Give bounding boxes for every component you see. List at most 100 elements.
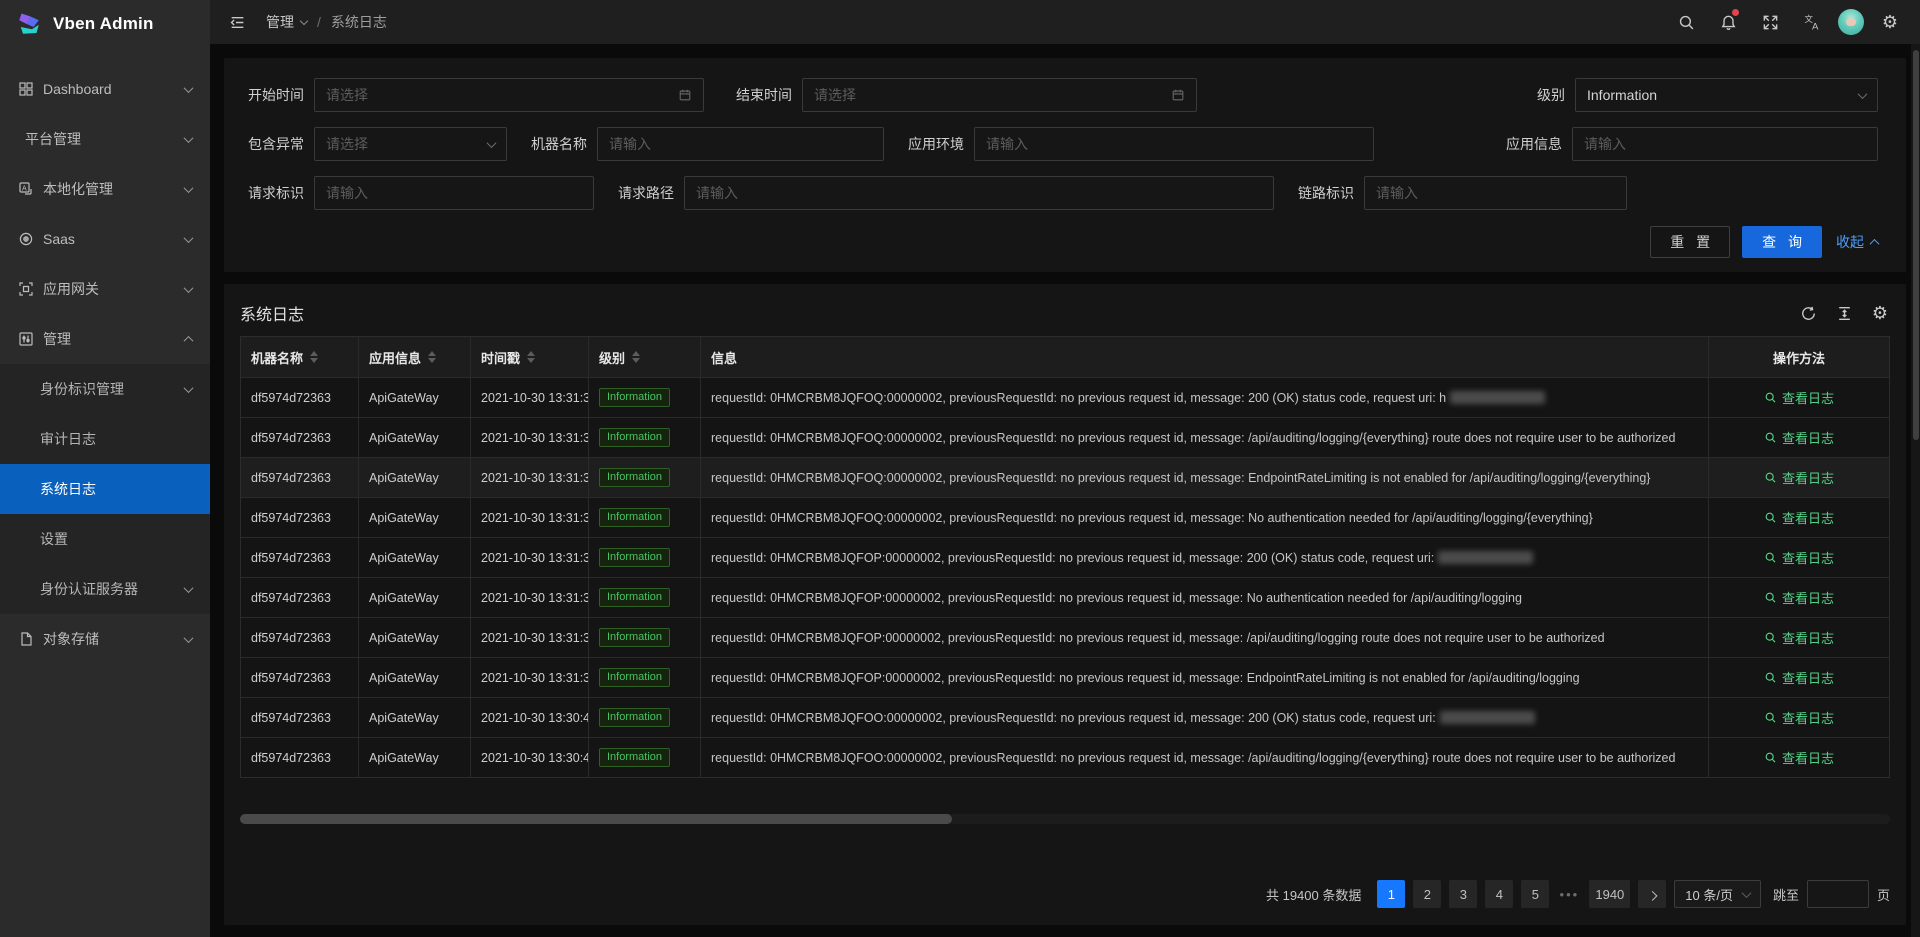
view-log-link[interactable]: 查看日志 <box>1764 588 1834 607</box>
vertical-scrollbar-thumb[interactable] <box>1913 50 1919 440</box>
reset-button[interactable]: 重 置 <box>1650 226 1730 258</box>
column-header-machine[interactable]: 机器名称 <box>241 337 359 377</box>
table-row[interactable]: df5974d72363ApiGateWay2021-10-30 13:31:3… <box>241 657 1889 697</box>
magnifier-icon <box>1764 551 1777 564</box>
page-button-3[interactable]: 3 <box>1449 880 1477 908</box>
table-row[interactable]: df5974d72363ApiGateWay2021-10-30 13:30:4… <box>241 697 1889 737</box>
page-size-select[interactable]: 10 条/页 <box>1674 880 1761 908</box>
row-height-icon[interactable] <box>1834 303 1854 323</box>
view-log-link[interactable]: 查看日志 <box>1764 668 1834 687</box>
app_env-input[interactable]: 请输入 <box>974 127 1374 161</box>
cell-level: Information <box>589 738 701 777</box>
horizontal-scrollbar-thumb[interactable] <box>240 814 952 824</box>
sidebar-item-settings[interactable]: 设置 <box>0 514 210 564</box>
table-row[interactable]: df5974d72363ApiGateWay2021-10-30 13:31:3… <box>241 457 1889 497</box>
settings-icon[interactable]: ⚙ <box>1874 0 1906 44</box>
menu-fold-icon[interactable] <box>222 7 252 37</box>
cell-level: Information <box>589 658 701 697</box>
table-row[interactable]: df5974d72363ApiGateWay2021-10-30 13:31:3… <box>241 417 1889 457</box>
level-select[interactable]: Information <box>1575 78 1878 112</box>
trace_id-input[interactable]: 请输入 <box>1364 176 1627 210</box>
sidebar-item-platform[interactable]: 平台管理 <box>0 114 210 164</box>
view-log-link[interactable]: 查看日志 <box>1764 468 1834 487</box>
sidebar-item-dashboard[interactable]: Dashboard <box>0 64 210 114</box>
sidebar-item-gateway[interactable]: 应用网关 <box>0 264 210 314</box>
calendar-icon <box>1171 88 1185 102</box>
avatar[interactable] <box>1838 9 1864 35</box>
search-button[interactable]: 查 询 <box>1742 226 1822 258</box>
column-header-level[interactable]: 级别 <box>589 337 701 377</box>
view-log-link[interactable]: 查看日志 <box>1764 388 1834 407</box>
sidebar-item-identity[interactable]: 身份标识管理 <box>0 364 210 414</box>
field-start_time: 开始时间请选择 <box>244 78 704 112</box>
machine_name-input[interactable]: 请输入 <box>597 127 884 161</box>
cell-timestamp: 2021-10-30 13:31:36 <box>471 618 589 657</box>
end_time-datepicker[interactable]: 请选择 <box>802 78 1197 112</box>
table-row[interactable]: df5974d72363ApiGateWay2021-10-30 13:31:3… <box>241 497 1889 537</box>
field-label: 请求路径 <box>614 183 684 203</box>
cell-action: 查看日志 <box>1709 458 1889 497</box>
sidebar-item-audit-log[interactable]: 审计日志 <box>0 414 210 464</box>
field-placeholder: 请输入 <box>1376 183 1418 203</box>
column-header-app[interactable]: 应用信息 <box>359 337 471 377</box>
magnifier-icon <box>1764 591 1777 604</box>
dashboard-icon <box>17 81 34 98</box>
refresh-icon[interactable] <box>1798 303 1818 323</box>
column-settings-icon[interactable]: ⚙ <box>1870 303 1890 323</box>
view-log-link[interactable]: 查看日志 <box>1764 508 1834 527</box>
sidebar-item-manage[interactable]: 管理 <box>0 314 210 364</box>
breadcrumb-separator: / <box>317 14 321 30</box>
cell-timestamp: 2021-10-30 13:31:38 <box>471 418 589 457</box>
jump-page-input[interactable] <box>1807 880 1869 908</box>
logo[interactable]: Vben Admin <box>0 0 210 48</box>
vertical-scrollbar[interactable] <box>1911 44 1920 937</box>
sidebar-item-saas[interactable]: Saas <box>0 214 210 264</box>
fullscreen-icon[interactable] <box>1754 0 1786 44</box>
page-button-2[interactable]: 2 <box>1413 880 1441 908</box>
table-row[interactable]: df5974d72363ApiGateWay2021-10-30 13:31:3… <box>241 537 1889 577</box>
message-text: requestId: 0HMCRBM8JQFOQ:00000002, previ… <box>711 511 1593 525</box>
request_id-input[interactable]: 请输入 <box>314 176 594 210</box>
sort-icon[interactable] <box>428 351 436 363</box>
breadcrumb-manage[interactable]: 管理 <box>266 12 307 32</box>
view-log-link[interactable]: 查看日志 <box>1764 748 1834 767</box>
locale-icon[interactable]: 文A <box>1796 0 1828 44</box>
page-button-4[interactable]: 4 <box>1485 880 1513 908</box>
has_exception-select[interactable]: 请选择 <box>314 127 507 161</box>
table-row[interactable]: df5974d72363ApiGateWay2021-10-30 13:31:3… <box>241 577 1889 617</box>
table-row[interactable]: df5974d72363ApiGateWay2021-10-30 13:30:4… <box>241 737 1889 777</box>
filter-row: 请求标识请输入请求路径请输入链路标识请输入 <box>244 176 1878 210</box>
table-row[interactable]: df5974d72363ApiGateWay2021-10-30 13:31:3… <box>241 617 1889 657</box>
filter-row: 开始时间请选择结束时间请选择级别Information <box>244 78 1878 112</box>
start_time-datepicker[interactable]: 请选择 <box>314 78 704 112</box>
pagination-ellipsis[interactable]: ••• <box>1557 887 1581 902</box>
view-log-link[interactable]: 查看日志 <box>1764 428 1834 447</box>
app_info-input[interactable]: 请输入 <box>1572 127 1878 161</box>
next-page-button[interactable] <box>1638 880 1666 908</box>
gear-glyph: ⚙ <box>1882 13 1898 31</box>
page-button-1[interactable]: 1 <box>1377 880 1405 908</box>
cell-machine-name: df5974d72363 <box>241 378 359 417</box>
sort-icon[interactable] <box>310 351 318 363</box>
column-header-ts[interactable]: 时间戳 <box>471 337 589 377</box>
page-button-1940[interactable]: 1940 <box>1589 880 1630 908</box>
page-button-5[interactable]: 5 <box>1521 880 1549 908</box>
view-log-link[interactable]: 查看日志 <box>1764 548 1834 567</box>
sort-icon[interactable] <box>527 351 535 363</box>
search-icon[interactable] <box>1670 0 1702 44</box>
notification-icon[interactable] <box>1712 0 1744 44</box>
sidebar-item-localization[interactable]: A本地化管理 <box>0 164 210 214</box>
request_path-input[interactable]: 请输入 <box>684 176 1274 210</box>
sidebar-item-system-log[interactable]: 系统日志 <box>0 464 210 514</box>
table-toolbar: ⚙ <box>1798 303 1890 323</box>
cell-action: 查看日志 <box>1709 738 1889 777</box>
table-row[interactable]: df5974d72363ApiGateWay2021-10-30 13:31:3… <box>241 377 1889 417</box>
sidebar-item-auth-server[interactable]: 身份认证服务器 <box>0 564 210 614</box>
sort-icon[interactable] <box>632 351 640 363</box>
horizontal-scrollbar[interactable] <box>240 814 1890 824</box>
view-log-link[interactable]: 查看日志 <box>1764 708 1834 727</box>
collapse-link[interactable]: 收起 <box>1836 232 1878 252</box>
view-log-link[interactable]: 查看日志 <box>1764 628 1834 647</box>
view-log-label: 查看日志 <box>1782 428 1834 447</box>
sidebar-item-storage[interactable]: 对象存储 <box>0 614 210 664</box>
